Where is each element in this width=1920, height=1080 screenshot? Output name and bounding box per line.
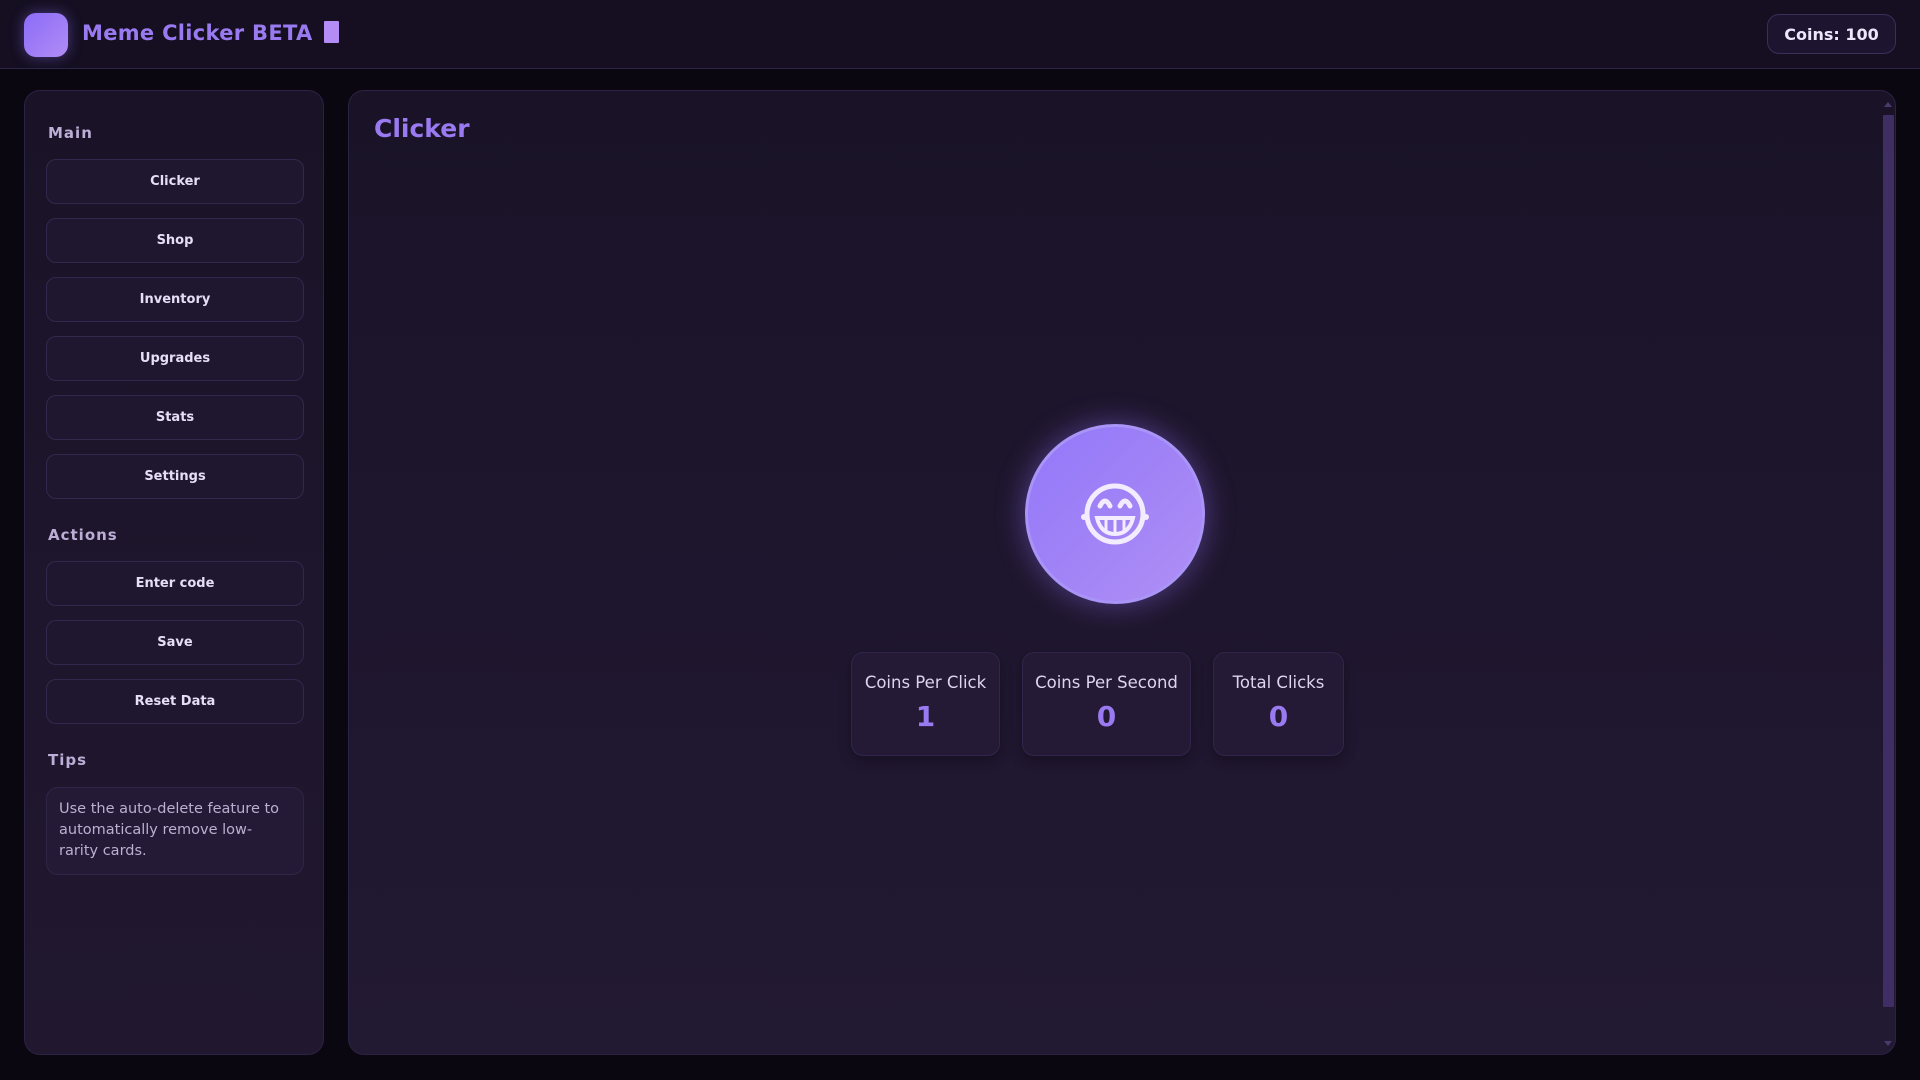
scroll-up-arrow-icon[interactable] [1884,102,1892,107]
stat-label: Coins Per Click [864,673,987,692]
stat-label: Total Clicks [1232,673,1325,692]
section-heading-tips: Tips [48,751,88,769]
app-logo [24,13,68,57]
grinning-squint-face-icon [1081,483,1149,545]
scrollbar-thumb[interactable] [1883,115,1894,1007]
nav-upgrades-button[interactable]: Upgrades [46,336,304,381]
stat-card-coins-per-second: Coins Per Second 0 [1022,652,1191,756]
app-title: Meme Clicker BETA [82,21,339,45]
page-title: Clicker [374,114,470,143]
reset-data-button[interactable]: Reset Data [46,679,304,724]
coins-badge: Coins: 100 [1767,14,1896,54]
save-button[interactable]: Save [46,620,304,665]
stat-label: Coins Per Second [1035,673,1178,692]
section-heading-actions: Actions [48,526,118,544]
sidebar: Main Clicker Shop Inventory Upgrades Sta… [24,90,324,1055]
tip-box: Use the auto-delete feature to automatic… [46,787,304,875]
scroll-down-arrow-icon[interactable] [1884,1041,1892,1046]
nav-shop-button[interactable]: Shop [46,218,304,263]
main-scrollbar[interactable] [1881,99,1894,1049]
enter-code-button[interactable]: Enter code [46,561,304,606]
stat-value: 0 [1096,700,1117,733]
nav-clicker-button[interactable]: Clicker [46,159,304,204]
stat-value: 0 [1268,700,1289,733]
section-heading-main: Main [48,124,93,142]
app-title-text: Meme Clicker BETA [82,21,313,45]
nav-inventory-button[interactable]: Inventory [46,277,304,322]
cursor-block-icon [323,21,339,43]
stat-card-total-clicks: Total Clicks 0 [1213,652,1344,756]
stat-value: 1 [915,700,936,733]
meme-click-button[interactable] [1025,424,1205,604]
nav-settings-button[interactable]: Settings [46,454,304,499]
stat-card-coins-per-click: Coins Per Click 1 [851,652,1000,756]
nav-stats-button[interactable]: Stats [46,395,304,440]
main-panel: Clicker Coins Per Click 1 Coins Per Seco… [348,90,1896,1055]
app-header: Meme Clicker BETA Coins: 100 [0,0,1920,69]
